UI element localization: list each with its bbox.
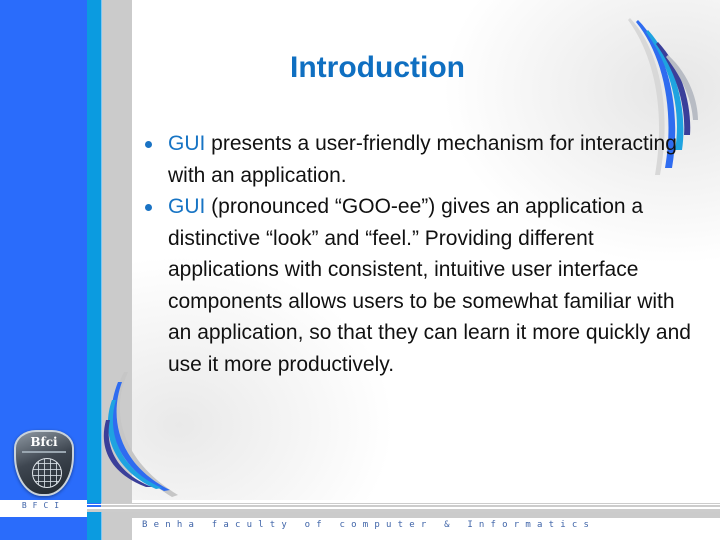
bullet-icon — [145, 141, 152, 148]
logo-subtitle-line — [22, 451, 66, 453]
sidebar-band-cyan — [87, 0, 101, 540]
footer-divider-lines-sidebar — [87, 503, 101, 509]
bullet-icon — [145, 204, 152, 211]
bullet-text: (pronounced “GOO-ee”) gives an applicati… — [168, 195, 691, 376]
bullet-keyword: GUI — [168, 132, 206, 155]
bullet-text: presents a user-friendly mechanism for i… — [168, 132, 677, 187]
bullet-item: GUI (pronounced “GOO-ee”) gives an appli… — [142, 191, 702, 380]
sidebar-label: BFCI — [21, 501, 66, 510]
bullet-item: GUI presents a user-friendly mechanism f… — [142, 128, 702, 191]
slide-title: Introduction — [290, 51, 465, 84]
swoosh-decoration-icon — [103, 372, 178, 497]
footer-institution-name: Benha faculty of computer & Informatics — [142, 520, 596, 530]
bullet-list: GUI presents a user-friendly mechanism f… — [142, 128, 702, 380]
logo-emblem-icon: Bfci — [30, 435, 58, 449]
bullet-keyword: GUI — [168, 195, 206, 218]
globe-icon — [32, 458, 62, 488]
footer-divider-lines — [87, 503, 720, 512]
